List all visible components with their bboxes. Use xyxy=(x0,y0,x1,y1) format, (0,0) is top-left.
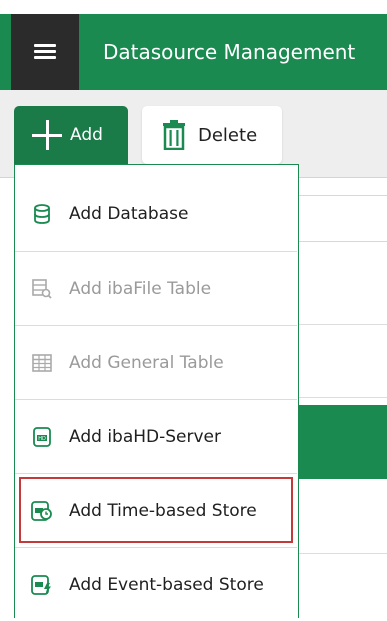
menu-item-add-event-based-store[interactable]: Add Event-based Store xyxy=(15,547,297,621)
add-button[interactable]: Add xyxy=(14,106,128,164)
file-table-search-icon xyxy=(31,278,53,300)
menu-item-add-time-based-store[interactable]: Add Time-based Store xyxy=(15,473,297,547)
svg-text:HD: HD xyxy=(38,435,46,441)
menu-item-add-database[interactable]: Add Database xyxy=(15,177,297,251)
menu-item-add-ibafile-table[interactable]: Add ibaFile Table xyxy=(15,251,297,325)
menu-item-label: Add Database xyxy=(69,204,189,224)
event-store-icon xyxy=(31,574,53,596)
delete-button[interactable]: Delete xyxy=(142,106,282,164)
menu-item-label: Add ibaHD-Server xyxy=(69,426,222,447)
time-store-icon xyxy=(31,500,53,522)
delete-button-label: Delete xyxy=(198,124,258,146)
hamburger-menu-button[interactable] xyxy=(11,14,79,90)
hd-server-icon: HD xyxy=(31,426,53,448)
menu-item-label: Add Time-based Store xyxy=(69,500,257,521)
add-button-label: Add xyxy=(70,125,103,145)
filter-input[interactable] xyxy=(299,195,387,242)
plus-icon xyxy=(32,120,62,150)
menu-item-label: Add ibaFile Table xyxy=(69,278,212,299)
hamburger-icon xyxy=(34,44,56,60)
add-dropdown-menu: Add Database Add ibaFile Table Add Gener… xyxy=(14,164,299,618)
menu-item-add-ibahd-server[interactable]: HD Add ibaHD-Server xyxy=(15,399,297,473)
menu-item-label: Add Event-based Store xyxy=(69,574,264,595)
trash-icon xyxy=(163,120,185,150)
table-grid-icon xyxy=(31,352,53,374)
page-title: Datasource Management xyxy=(103,40,356,64)
menu-item-add-general-table[interactable]: Add General Table xyxy=(15,325,297,399)
menu-item-label: Add General Table xyxy=(69,352,224,373)
selected-table-row[interactable] xyxy=(299,405,387,479)
database-icon xyxy=(31,203,53,225)
